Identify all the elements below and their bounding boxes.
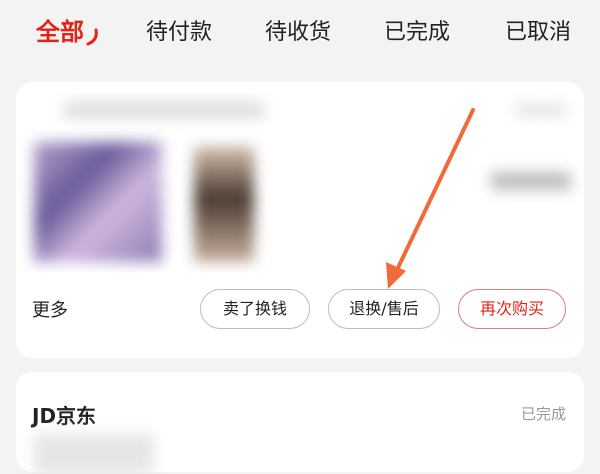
arrow-pointer-icon [386, 108, 475, 289]
